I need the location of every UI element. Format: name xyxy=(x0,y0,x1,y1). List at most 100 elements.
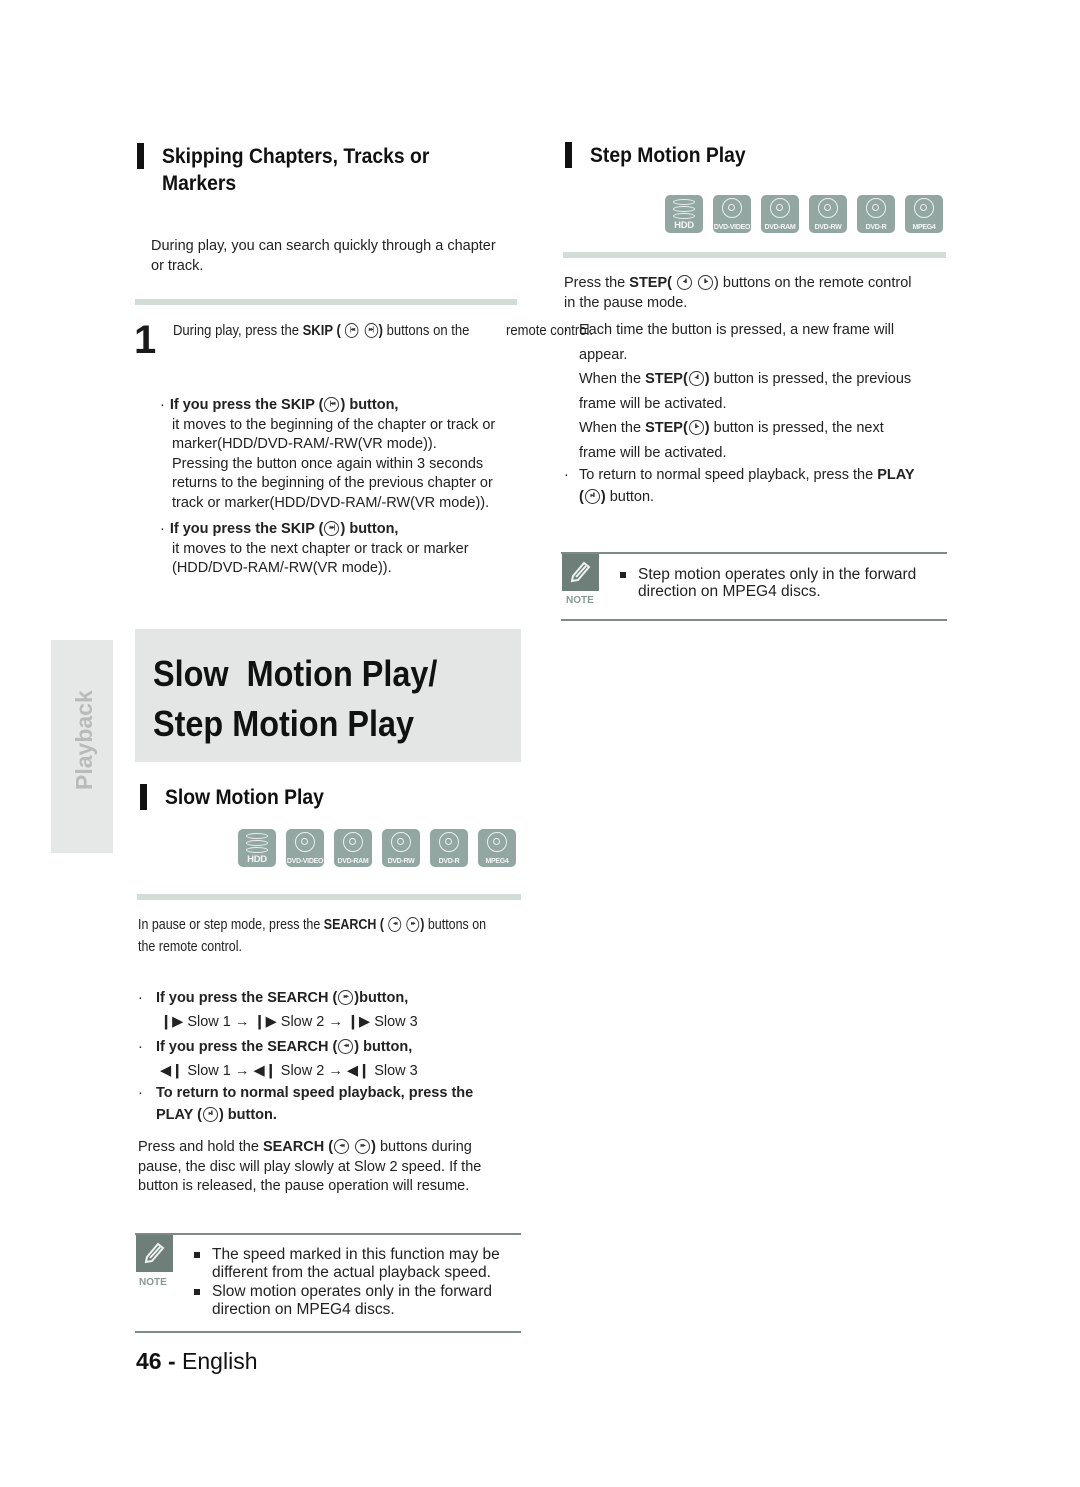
skipping-heading-line1: Skipping Chapters, Tracks or xyxy=(162,145,430,168)
disc-badge-dvd-ram: DVD-RAM xyxy=(334,829,372,867)
disc-label: DVD-R xyxy=(438,858,460,865)
disc-icon xyxy=(391,832,411,852)
bullet-head: To return to normal speed playback, pres… xyxy=(156,1085,474,1101)
banner-title: Slow Motion Play/ Step Motion Play xyxy=(153,649,437,749)
text: in the pause mode. xyxy=(564,294,688,311)
step-label: STEP( xyxy=(645,420,688,436)
text: pause, the disc will play slowly at Slow… xyxy=(138,1158,482,1175)
text: During play, press the xyxy=(173,323,303,339)
arrow-right-icon: → xyxy=(234,1014,250,1030)
play-label: PLAY xyxy=(877,467,915,483)
slow-hold-paragraph: Press and hold the SEARCH ( ) buttons du… xyxy=(138,1138,481,1197)
hdd-icon xyxy=(246,833,268,853)
footer-separator: - xyxy=(161,1348,183,1374)
bullet-head: If you press the SEARCH ( xyxy=(156,1039,338,1055)
search-back-icon xyxy=(338,1039,354,1054)
disc-label: DVD-R xyxy=(865,224,887,231)
disc-badge-hdd: HDD xyxy=(238,829,276,867)
side-tab: Playback xyxy=(51,640,113,853)
slow-intro: In pause or step mode, press the SEARCH … xyxy=(138,916,543,957)
intro-line: or track. xyxy=(151,257,204,274)
disc-badge-mpeg4: MPEG4 xyxy=(478,829,516,867)
text: button is pressed, the previous xyxy=(709,371,912,387)
text: button. xyxy=(605,489,655,505)
note-bottom-line xyxy=(135,1331,521,1333)
slow-forward-icon: ❙▶ xyxy=(253,1014,277,1030)
step-bullet-1: · Each time the button is pressed, a new … xyxy=(564,318,911,465)
play-pause-icon xyxy=(584,489,600,504)
slow-motion-heading: Slow Motion Play xyxy=(165,786,324,809)
note-label: NOTE xyxy=(139,1277,167,1288)
page-footer: 46 - English xyxy=(136,1348,257,1375)
bullet-line: track or marker(HDD/DVD-RAM/-RW(VR mode)… xyxy=(172,494,490,511)
disc-label: HDD xyxy=(247,854,267,865)
bullet-head: ) button, xyxy=(340,397,399,413)
slow-reverse-icon: ◀❙ xyxy=(346,1063,371,1079)
banner-line: Step Motion Play xyxy=(153,703,415,744)
bullet-head: If you press the SKIP ( xyxy=(169,397,324,413)
slow-forward-icon: ❙▶ xyxy=(346,1014,371,1030)
note-pencil-icon xyxy=(562,554,599,591)
slow-speed: Slow 2 xyxy=(280,1014,325,1030)
disc-label: MPEG4 xyxy=(485,858,509,865)
arrow-right-icon: → xyxy=(328,1063,343,1079)
disc-label: DVD-VIDEO xyxy=(713,224,751,231)
note-text: different from the actual playback speed… xyxy=(212,1263,491,1281)
disc-label: MPEG4 xyxy=(912,224,936,231)
bullet-line: Pressing the button once again within 3 … xyxy=(172,455,484,472)
text: button is released, the pause operation … xyxy=(138,1178,470,1194)
text: button is pressed, the next xyxy=(709,420,884,436)
slow-speed: Slow 3 xyxy=(374,1014,418,1030)
side-tab-label: Playback xyxy=(71,690,97,790)
step-label: STEP( xyxy=(629,275,672,291)
disc-badge-dvd-rw: DVD-RW xyxy=(382,829,420,867)
bullet-head: ) button, xyxy=(340,521,399,537)
search-forward-icon xyxy=(338,990,354,1005)
search-label: SEARCH ( xyxy=(262,1139,334,1155)
bullet-head: ) button, xyxy=(354,1039,413,1055)
disc-icon xyxy=(439,832,459,852)
disc-badge-dvd-r: DVD-R xyxy=(857,195,895,233)
note-top-line xyxy=(135,1233,521,1235)
note-item: Slow motion operates only in the forward… xyxy=(194,1283,500,1318)
slow-forward-icon: ❙▶ xyxy=(160,1014,184,1030)
text: To return to normal speed playback, pres… xyxy=(579,467,878,483)
slow-speed: Slow 3 xyxy=(374,1063,418,1079)
bullet-line: marker(HDD/DVD-RAM/-RW(VR mode)). xyxy=(172,436,437,452)
step-bullet-2: · To return to normal speed playback, pre… xyxy=(564,464,915,508)
skipping-intro: During play, you can search quickly thro… xyxy=(151,237,496,276)
note-text: The speed marked in this function may be xyxy=(212,1246,500,1263)
banner-line: Slow Motion Play/ xyxy=(153,653,438,694)
step-intro: Press the STEP( ) buttons on the remote … xyxy=(564,274,912,313)
play-pause-icon xyxy=(202,1107,218,1122)
disc-label: DVD-VIDEO xyxy=(286,858,324,865)
search-back-icon xyxy=(388,917,402,932)
text: ( xyxy=(579,489,584,505)
chapter-banner: Slow Motion Play/ Step Motion Play xyxy=(135,629,521,762)
text: frame will be activated. xyxy=(579,444,727,461)
step-1-text: During play, press the SKIP ( ) buttons … xyxy=(173,322,603,342)
text: buttons on the xyxy=(383,323,470,339)
slow-return-bullet: · To return to normal speed playback, pre… xyxy=(138,1082,473,1126)
skip-back-icon xyxy=(345,323,359,338)
disc-icon xyxy=(343,832,363,852)
bullet-head: If you press the SEARCH ( xyxy=(156,990,338,1006)
text: appear. xyxy=(579,346,628,363)
arrow-right-icon: → xyxy=(328,1014,343,1030)
heading-bar xyxy=(137,143,144,169)
text: ) buttons on the remote control xyxy=(714,275,912,291)
text: When the xyxy=(579,371,646,387)
slow-reverse-bullet: ·If you press the SEARCH () button, ◀❙ S… xyxy=(138,1035,418,1083)
slow-speed: Slow 2 xyxy=(280,1063,325,1079)
hdd-icon xyxy=(673,199,695,219)
search-back-icon xyxy=(334,1139,350,1154)
footer-language: English xyxy=(182,1348,258,1374)
note-text: direction on MPEG4 discs. xyxy=(638,583,821,600)
step-back-icon xyxy=(688,371,704,386)
page-number: 46 xyxy=(136,1348,162,1374)
heading-bar xyxy=(140,784,147,810)
disc-label: HDD xyxy=(674,220,694,231)
disc-badge-dvd-rw: DVD-RW xyxy=(809,195,847,233)
disc-icon xyxy=(866,198,886,218)
disc-icon xyxy=(770,198,790,218)
